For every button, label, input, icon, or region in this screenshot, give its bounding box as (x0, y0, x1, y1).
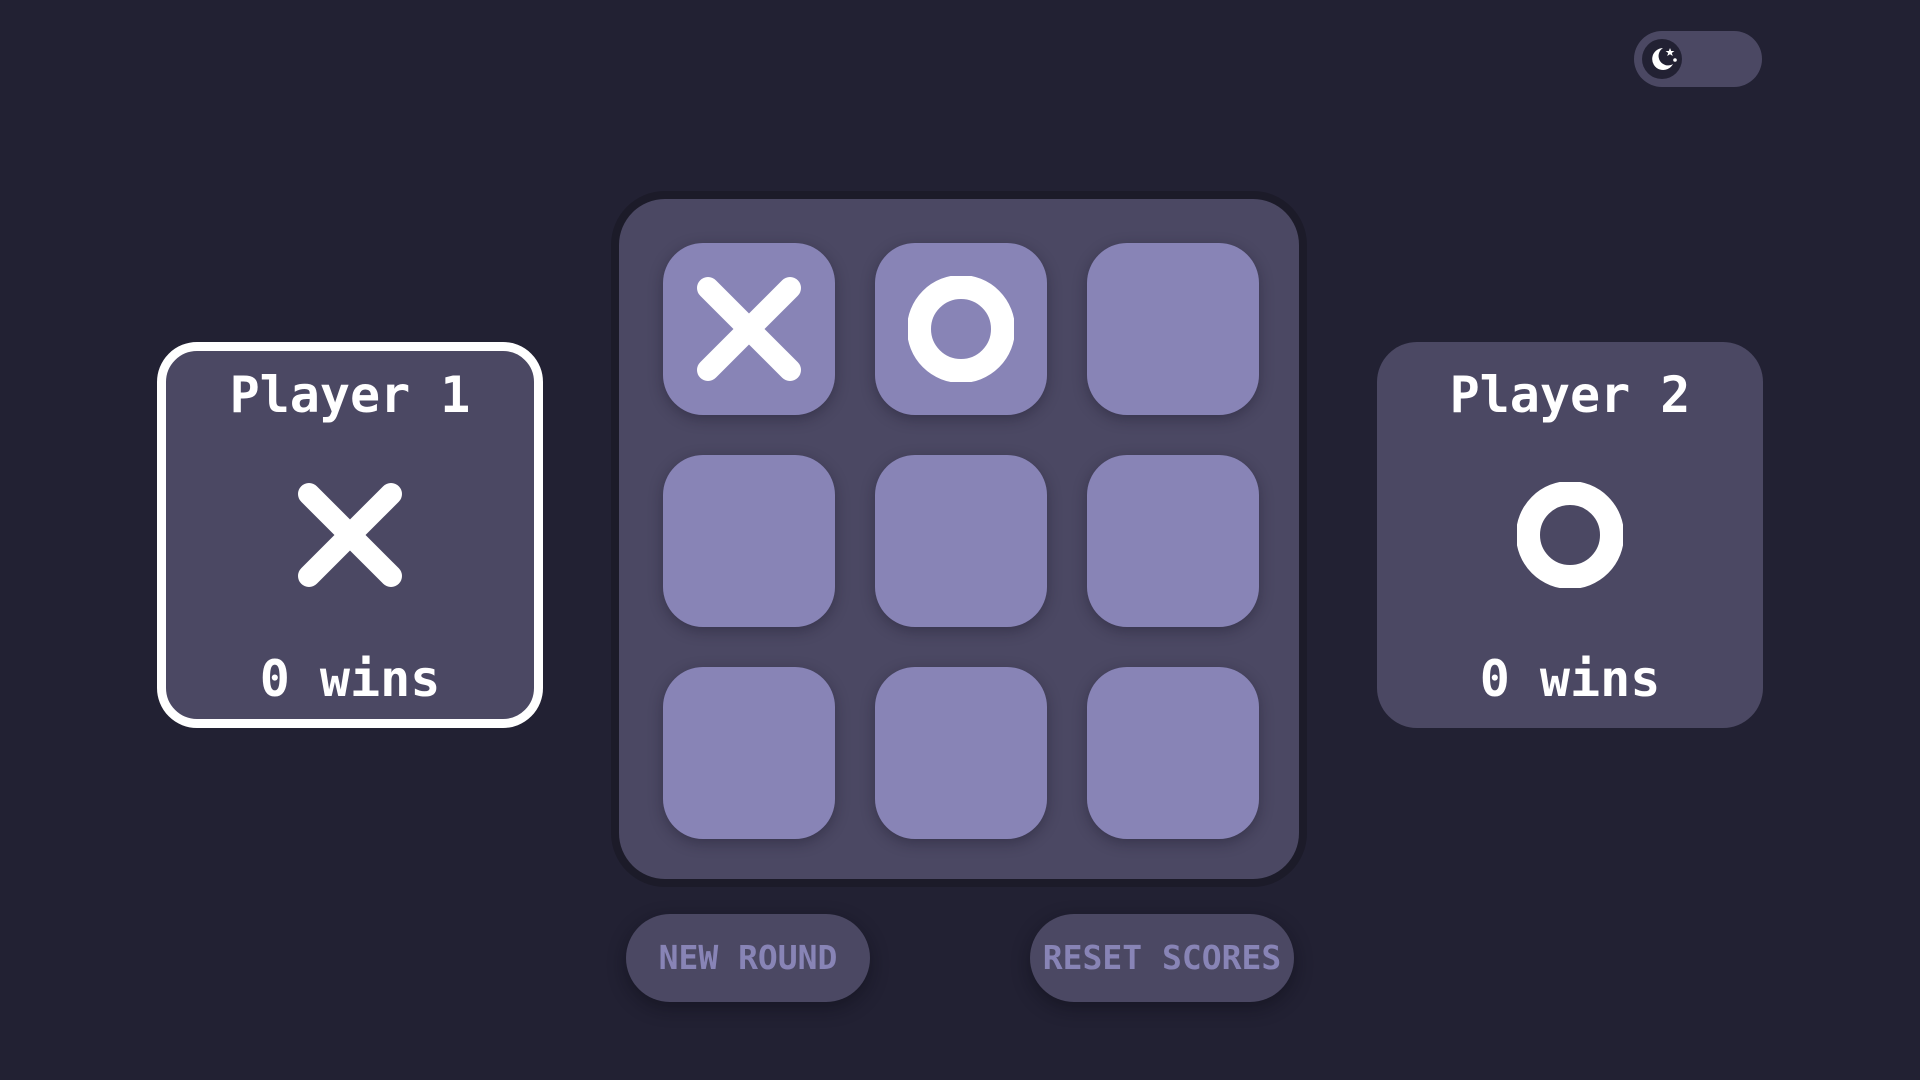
x-icon (298, 483, 402, 587)
o-icon (1517, 482, 1623, 588)
player-2-card: Player 2 0 wins (1377, 342, 1763, 728)
board-cell-2[interactable] (875, 243, 1047, 415)
player-1-name: Player 1 (229, 366, 471, 424)
board-cell-1[interactable] (663, 243, 835, 415)
board-cell-4[interactable] (663, 455, 835, 627)
theme-toggle[interactable] (1634, 31, 1762, 87)
player-2-wins: 0 wins (1479, 650, 1661, 708)
o-mark-icon (908, 276, 1014, 382)
toggle-knob[interactable] (1642, 39, 1682, 79)
moon-stars-icon (1652, 48, 1677, 70)
board-cell-8[interactable] (875, 667, 1047, 839)
board-cell-7[interactable] (663, 667, 835, 839)
reset-scores-button[interactable]: RESET SCORES (1030, 914, 1294, 1002)
new-round-button[interactable]: NEW ROUND (626, 914, 870, 1002)
player-2-name: Player 2 (1449, 366, 1691, 424)
player-1-card: Player 1 0 wins (157, 342, 543, 728)
board-cell-5[interactable] (875, 455, 1047, 627)
board-cell-6[interactable] (1087, 455, 1259, 627)
board-cell-9[interactable] (1087, 667, 1259, 839)
board-cell-3[interactable] (1087, 243, 1259, 415)
player-1-wins: 0 wins (259, 650, 441, 708)
game-board (619, 199, 1299, 879)
x-mark-icon (697, 277, 801, 381)
